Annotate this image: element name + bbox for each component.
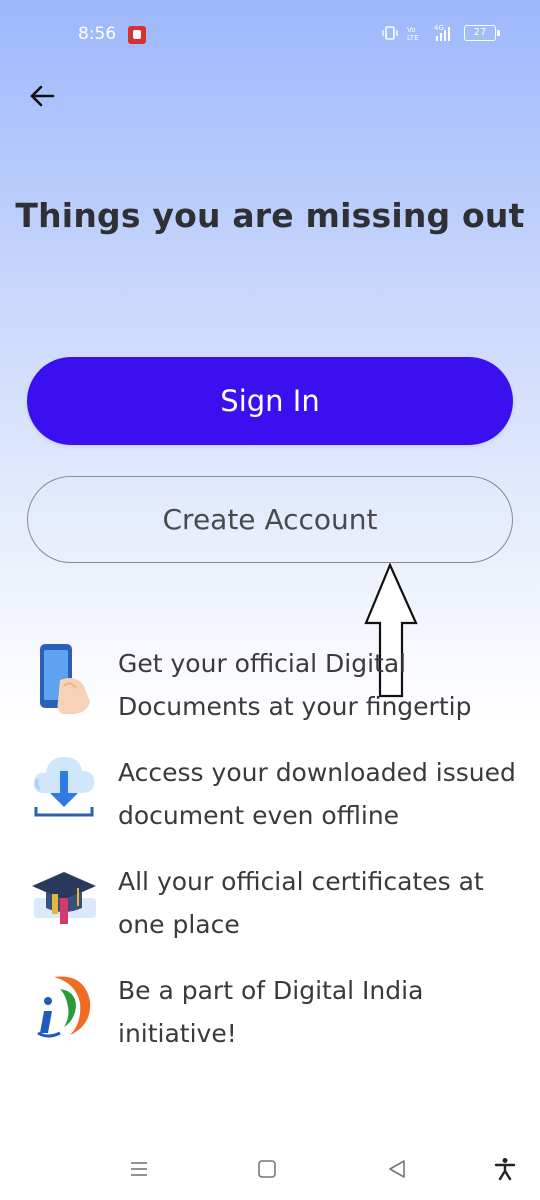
triangle-back-icon (389, 1160, 405, 1178)
svg-text:Vo: Vo (407, 26, 416, 34)
menu-icon (131, 1162, 147, 1176)
status-time: 8:56 (78, 24, 117, 44)
home-button[interactable] (252, 1154, 282, 1184)
system-back-button[interactable] (382, 1154, 412, 1184)
feature-text: Get your official Digital Documents at y… (118, 649, 472, 721)
accessibility-icon (494, 1158, 516, 1181)
feature-item: All your official certificates at one pl… (0, 848, 540, 939)
feature-text: Access your downloaded issued document e… (118, 758, 516, 830)
square-icon (258, 1160, 276, 1178)
feature-item: Get your official Digital Documents at y… (0, 630, 540, 721)
cloud-download-icon (30, 749, 98, 825)
back-button[interactable] (22, 78, 62, 114)
vibrate-icon (382, 26, 398, 40)
digital-india-logo-icon (30, 967, 98, 1043)
battery-icon: 27 (464, 25, 500, 41)
phone-hand-icon (30, 640, 98, 716)
page-title: Things you are missing out (15, 196, 525, 235)
sign-in-button[interactable]: Sign In (27, 357, 513, 445)
notification-app-icon (128, 26, 146, 44)
feature-text: All your official certificates at one pl… (118, 867, 484, 939)
network-label: 4G (434, 24, 444, 32)
create-account-button[interactable]: Create Account (27, 476, 513, 563)
arrow-left-icon (30, 85, 55, 107)
recent-apps-button[interactable] (124, 1154, 154, 1184)
status-bar: 8:56 Vo LTE 4G 27 (0, 0, 540, 70)
svg-text:LTE: LTE (407, 34, 419, 41)
feature-item: Be a part of Digital India initiative! (0, 957, 540, 1048)
volte-icon: Vo LTE (406, 25, 426, 41)
feature-item: Access your downloaded issued document e… (0, 739, 540, 830)
graduation-cap-icon (30, 858, 98, 934)
feature-text: Be a part of Digital India initiative! (118, 976, 424, 1048)
status-icons: Vo LTE 4G 27 (382, 24, 500, 42)
accessibility-button[interactable] (490, 1154, 520, 1184)
signal-icon: 4G (434, 24, 456, 42)
system-nav-bar (0, 1140, 540, 1200)
